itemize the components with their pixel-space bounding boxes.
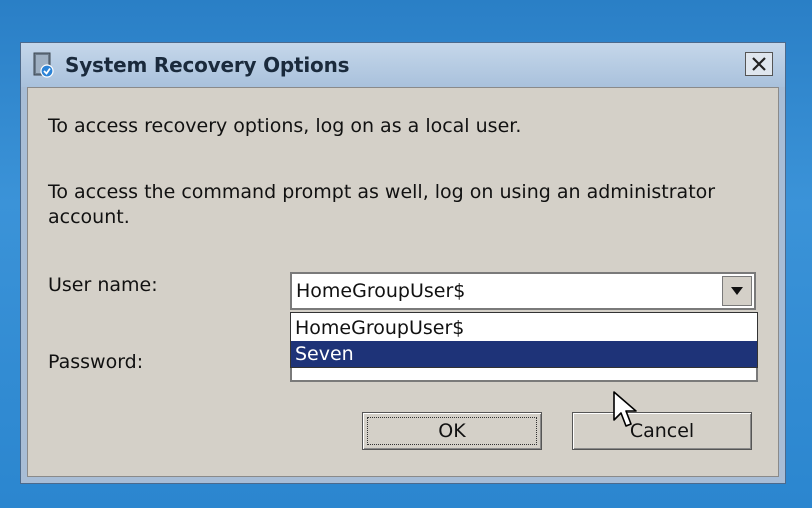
- dropdown-option-seven[interactable]: Seven: [291, 341, 757, 367]
- recovery-disc-icon: [33, 52, 54, 78]
- chevron-down-icon: [731, 287, 743, 295]
- window-title: System Recovery Options: [65, 53, 350, 77]
- username-dropdown-list: HomeGroupUser$ Seven: [290, 312, 758, 368]
- dialog-body: To access recovery options, log on as a …: [27, 87, 779, 477]
- mouse-pointer-icon: [613, 391, 637, 427]
- ok-button[interactable]: OK: [362, 412, 542, 450]
- title-bar[interactable]: System Recovery Options: [21, 43, 785, 87]
- username-label: User name:: [48, 274, 158, 296]
- instruction-local-user: To access recovery options, log on as a …: [48, 115, 522, 137]
- cancel-button[interactable]: Cancel: [572, 412, 752, 450]
- instruction-admin-line2: account.: [48, 206, 130, 228]
- dropdown-arrow-button[interactable]: [722, 276, 752, 306]
- close-icon: [752, 57, 766, 71]
- password-label: Password:: [48, 351, 144, 373]
- close-button[interactable]: [745, 52, 773, 76]
- username-selected-value: HomeGroupUser$: [296, 280, 466, 302]
- dropdown-option-homegroupuser[interactable]: HomeGroupUser$: [291, 315, 757, 341]
- system-recovery-dialog: System Recovery Options To access recove…: [20, 42, 786, 484]
- username-combobox[interactable]: HomeGroupUser$: [290, 272, 756, 310]
- instruction-admin-line1: To access the command prompt as well, lo…: [48, 181, 716, 203]
